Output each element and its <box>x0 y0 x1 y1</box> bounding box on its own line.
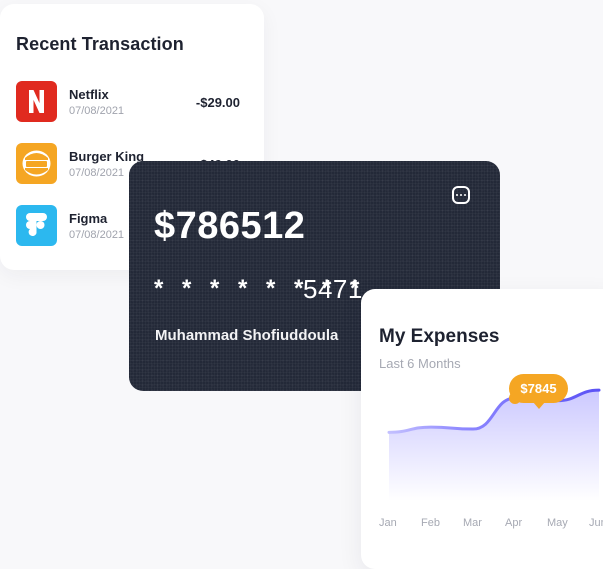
transaction-name: Figma <box>69 211 108 226</box>
expenses-chart <box>387 388 601 501</box>
my-expenses-card: My Expenses Last 6 Months $7845 Jan Feb Ma… <box>361 289 603 569</box>
more-dots-icon[interactable] <box>452 186 470 204</box>
month-label: Jan <box>379 517 397 529</box>
transaction-amount: -$29.00 <box>195 95 240 110</box>
transaction-date: 07/08/2021 <box>69 229 125 241</box>
card-last-four: 5471 <box>303 274 363 304</box>
month-label: May <box>547 517 568 529</box>
burger-king-logo-icon <box>16 143 57 184</box>
figma-logo-icon <box>16 205 57 246</box>
transaction-name: Netflix <box>69 87 109 102</box>
recent-transaction-title: Recent Transaction <box>16 34 184 54</box>
month-label: Jun <box>589 517 603 529</box>
transaction-name: Burger King <box>69 149 145 164</box>
transaction-date: 07/08/2021 <box>69 105 125 117</box>
month-label: Feb <box>421 517 440 529</box>
card-holder-name: Muhammad Shofiuddoula <box>155 327 339 344</box>
expenses-tooltip: $7845 <box>509 374 568 409</box>
month-label: Mar <box>463 517 482 529</box>
transaction-item-netflix[interactable]: Netflix 07/08/2021 -$29.00 <box>16 81 246 123</box>
netflix-logo-icon <box>16 81 57 122</box>
expenses-area <box>389 390 599 501</box>
card-balance: $786512 <box>154 205 306 247</box>
month-label: Apr <box>505 517 523 529</box>
transaction-date: 07/08/2021 <box>69 167 125 179</box>
